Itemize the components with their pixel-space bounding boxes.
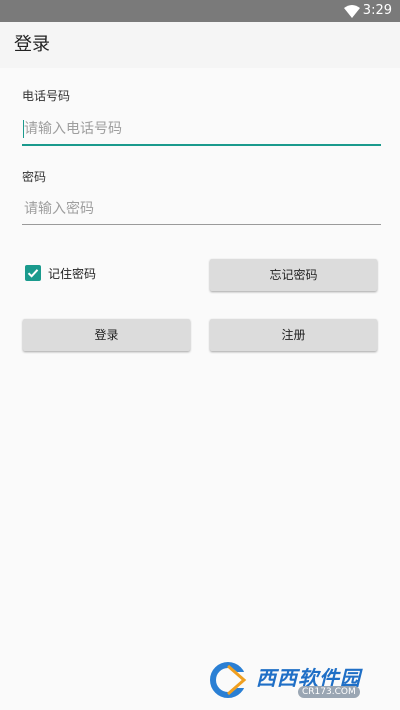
app-bar: 登录 <box>0 22 400 68</box>
wifi-icon <box>344 4 360 18</box>
status-time: 3:29 <box>362 3 392 18</box>
password-input[interactable] <box>22 194 381 225</box>
password-label: 密码 <box>22 170 47 184</box>
status-bar: 3:29 <box>0 0 400 22</box>
register-button[interactable]: 注册 <box>210 319 377 351</box>
page-title: 登录 <box>14 34 50 55</box>
phone-input[interactable] <box>22 114 381 146</box>
watermark-logo-icon <box>208 662 252 702</box>
forgot-password-button[interactable]: 忘记密码 <box>210 259 377 291</box>
watermark-url: CR173.COM <box>298 686 360 698</box>
phone-label: 电话号码 <box>22 89 71 103</box>
text-cursor <box>23 120 24 138</box>
watermark: 西西软件园 CR173.COM <box>208 660 384 700</box>
checkbox-checked-icon <box>25 265 41 281</box>
remember-password-label[interactable]: 记住密码 <box>48 266 96 282</box>
login-button[interactable]: 登录 <box>23 319 190 351</box>
